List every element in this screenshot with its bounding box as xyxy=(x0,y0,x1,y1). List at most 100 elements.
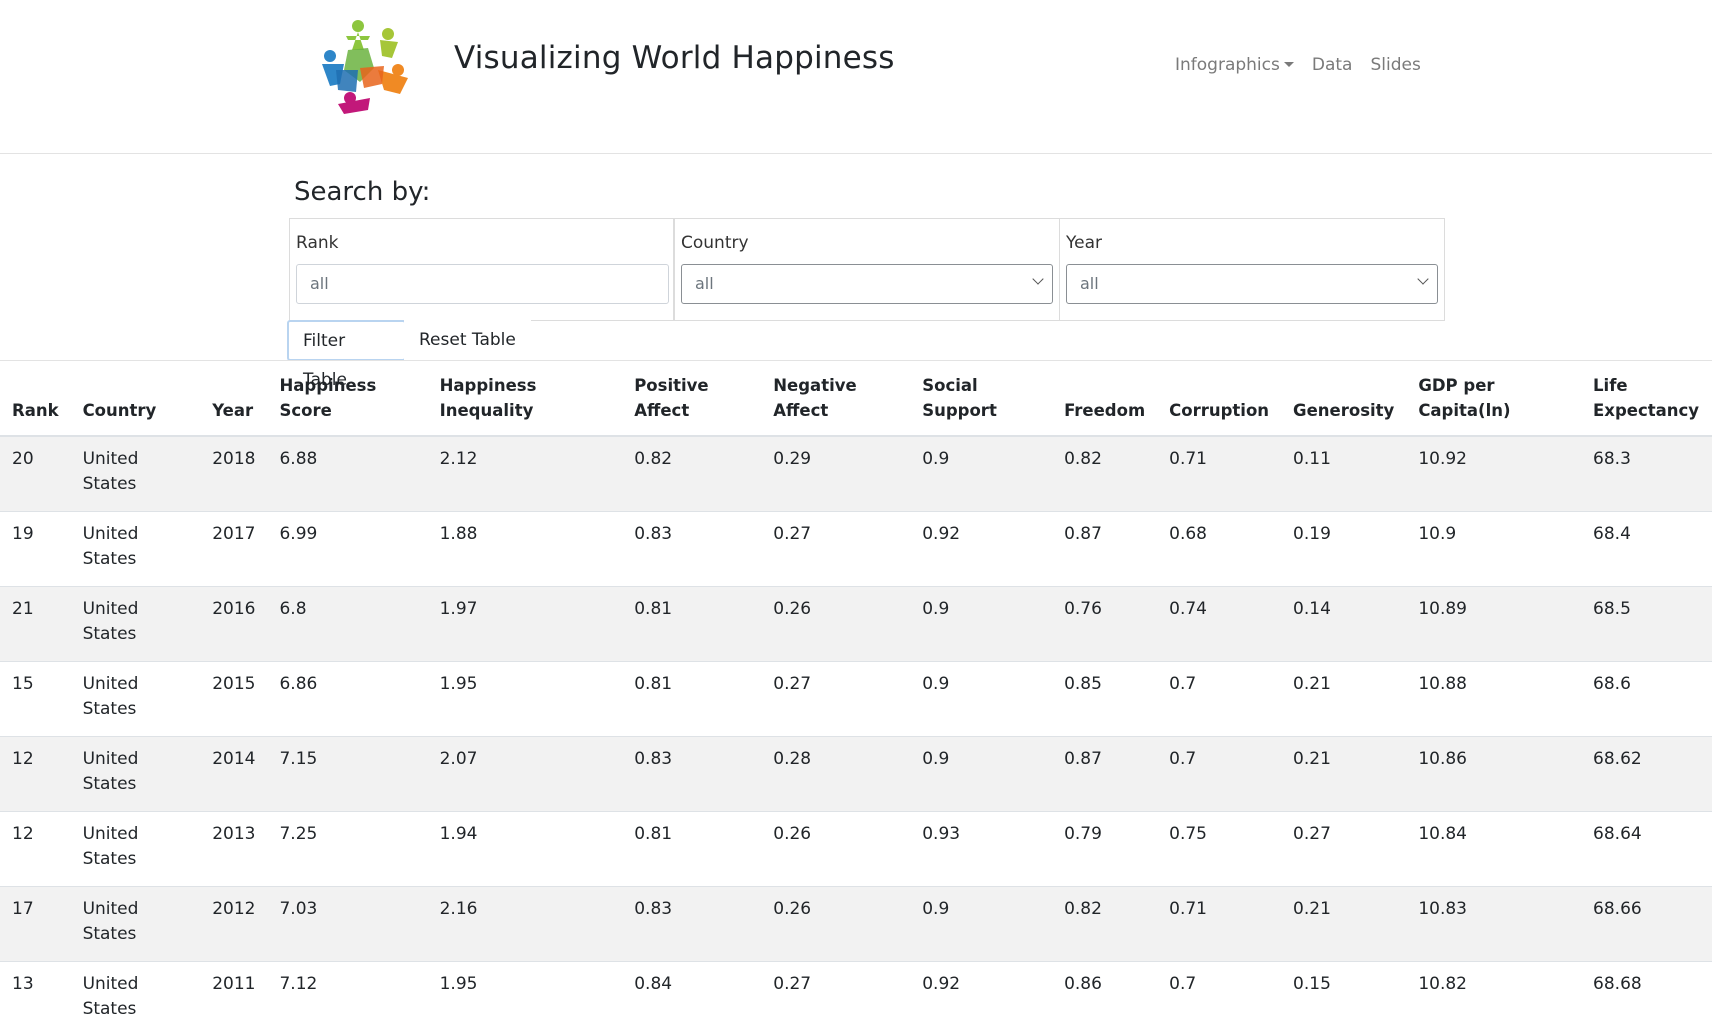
table-cell: 0.28 xyxy=(761,735,911,811)
table-cell: 0.81 xyxy=(622,660,762,736)
chevron-down-icon xyxy=(1032,273,1044,285)
table-cell: 10.86 xyxy=(1406,735,1582,811)
table-cell: 68.3 xyxy=(1581,435,1712,511)
table-cell: 6.99 xyxy=(267,510,428,586)
table-cell: 0.15 xyxy=(1281,960,1407,1036)
table-cell: 0.79 xyxy=(1052,810,1158,886)
reset-table-button[interactable]: Reset Table xyxy=(404,320,531,361)
table-cell: 0.87 xyxy=(1052,510,1158,586)
table-cell: 0.29 xyxy=(761,435,911,511)
site-title: Visualizing World Happiness xyxy=(454,40,895,76)
table-cell: 10.88 xyxy=(1406,660,1582,736)
main-nav: Infographics Data Slides xyxy=(1175,55,1421,75)
table-cell: 0.85 xyxy=(1052,660,1158,736)
table-cell: 0.9 xyxy=(910,735,1053,811)
column-header: Freedom xyxy=(1052,361,1158,437)
table-row: 17 United States 2012 7.03 2.16 0.83 0.26 0.9 0.… xyxy=(0,885,1712,961)
table-cell: 0.11 xyxy=(1281,435,1407,511)
table-cell: 12 xyxy=(0,810,71,886)
table-cell: United States xyxy=(70,660,201,736)
table-cell: 0.83 xyxy=(622,735,762,811)
table-cell: 0.71 xyxy=(1157,885,1282,961)
column-header: Happiness Score xyxy=(267,361,428,437)
country-select-value: all xyxy=(695,274,714,293)
table-cell: United States xyxy=(70,435,201,511)
table-cell: 0.7 xyxy=(1157,660,1282,736)
table-cell: 10.83 xyxy=(1406,885,1582,961)
table-cell: 10.89 xyxy=(1406,585,1582,661)
column-header: Positive Affect xyxy=(622,361,762,437)
column-header: Life Expectancy xyxy=(1581,361,1712,437)
nav-infographics[interactable]: Infographics xyxy=(1175,55,1294,75)
table-cell: 68.68 xyxy=(1581,960,1712,1036)
table-cell: 2017 xyxy=(200,510,268,586)
table-cell: 0.93 xyxy=(910,810,1053,886)
column-header: Social Support xyxy=(910,361,1053,437)
table-cell: 68.5 xyxy=(1581,585,1712,661)
chevron-down-icon xyxy=(1417,273,1429,285)
table-cell: 0.68 xyxy=(1157,510,1282,586)
column-header: Negative Affect xyxy=(761,361,911,437)
rank-label: Rank xyxy=(296,233,339,253)
table-cell: United States xyxy=(70,960,201,1036)
country-label: Country xyxy=(681,233,749,253)
table-cell: 0.71 xyxy=(1157,435,1282,511)
table-cell: United States xyxy=(70,510,201,586)
table-cell: 13 xyxy=(0,960,71,1036)
table-cell: 0.27 xyxy=(761,960,911,1036)
table-cell: 0.21 xyxy=(1281,885,1407,961)
table-cell: 10.92 xyxy=(1406,435,1582,511)
table-cell: 2016 xyxy=(200,585,268,661)
table-cell: 2012 xyxy=(200,885,268,961)
table-cell: 0.82 xyxy=(1052,885,1158,961)
table-cell: 0.76 xyxy=(1052,585,1158,661)
table-cell: 0.21 xyxy=(1281,660,1407,736)
column-header: Happiness Inequality xyxy=(427,361,623,437)
year-select-value: all xyxy=(1080,274,1099,293)
table-cell: 1.97 xyxy=(427,585,623,661)
column-header: GDP per Capita(ln) xyxy=(1406,361,1582,437)
nav-data[interactable]: Data xyxy=(1312,55,1353,75)
people-circle-logo[interactable] xyxy=(308,10,426,124)
country-filter: Country all xyxy=(674,218,1060,321)
table-cell: 12 xyxy=(0,735,71,811)
table-cell: 0.81 xyxy=(622,585,762,661)
table-cell: 68.62 xyxy=(1581,735,1712,811)
caret-down-icon xyxy=(1283,62,1294,67)
table-cell: 0.82 xyxy=(622,435,762,511)
column-header: Corruption xyxy=(1157,361,1282,437)
table-cell: 1.88 xyxy=(427,510,623,586)
table-cell: 7.15 xyxy=(267,735,428,811)
table-cell: 68.6 xyxy=(1581,660,1712,736)
table-cell: 6.8 xyxy=(267,585,428,661)
table-cell: 7.25 xyxy=(267,810,428,886)
table-cell: 2.07 xyxy=(427,735,623,811)
filter-table-button[interactable]: Filter Table xyxy=(287,320,406,390)
year-label: Year xyxy=(1066,233,1102,253)
table-row: 21 United States 2016 6.8 1.97 0.81 0.26 0.9 0.7… xyxy=(0,585,1712,661)
table-cell: 10.82 xyxy=(1406,960,1582,1036)
table-cell: United States xyxy=(70,810,201,886)
table-cell: 10.84 xyxy=(1406,810,1582,886)
table-row: 12 United States 2014 7.15 2.07 0.83 0.28 0.9 0.… xyxy=(0,735,1712,811)
table-cell: 19 xyxy=(0,510,71,586)
table-cell: 0.74 xyxy=(1157,585,1282,661)
nav-slides[interactable]: Slides xyxy=(1370,55,1420,75)
table-cell: 2015 xyxy=(200,660,268,736)
table-cell: 0.83 xyxy=(622,885,762,961)
table-cell: 68.66 xyxy=(1581,885,1712,961)
table-cell: United States xyxy=(70,585,201,661)
table-cell: 1.95 xyxy=(427,960,623,1036)
table-cell: 0.27 xyxy=(1281,810,1407,886)
year-select[interactable]: all xyxy=(1066,264,1438,304)
table-cell: 0.82 xyxy=(1052,435,1158,511)
table-cell: 6.86 xyxy=(267,660,428,736)
column-header: Generosity xyxy=(1281,361,1407,437)
table-cell: 0.26 xyxy=(761,885,911,961)
column-header: Rank xyxy=(0,361,71,437)
table-cell: 7.12 xyxy=(267,960,428,1036)
table-cell: 68.64 xyxy=(1581,810,1712,886)
happiness-table: Rank Country Year Happiness Score Happiness … xyxy=(0,361,1712,1036)
rank-input[interactable]: all xyxy=(296,264,669,304)
country-select[interactable]: all xyxy=(681,264,1053,304)
